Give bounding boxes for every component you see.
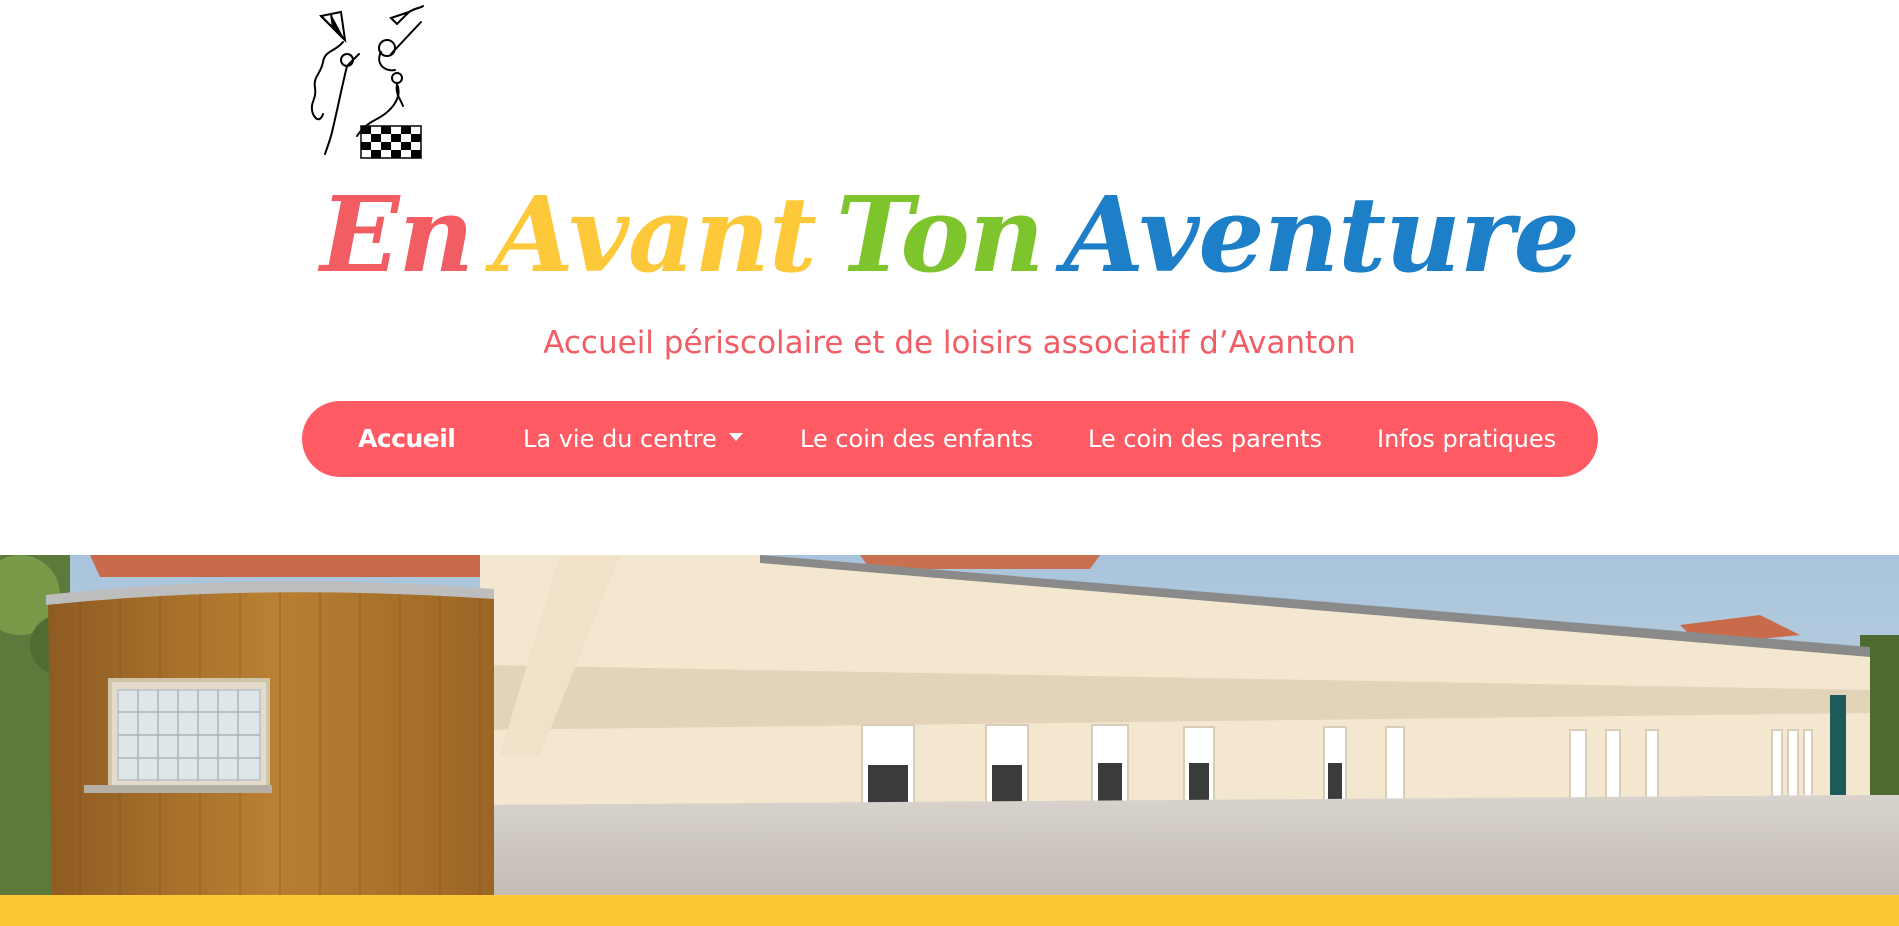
nav-item-coin-des-parents[interactable]: Le coin des parents	[1088, 401, 1322, 477]
school-building-image	[0, 555, 1899, 895]
nav-item-label: Infos pratiques	[1377, 425, 1557, 453]
title-word-aventure: Aventure	[1063, 173, 1579, 296]
site-tagline: Accueil périscolaire et de loisirs assoc…	[543, 325, 1356, 361]
nav-item-coin-des-enfants[interactable]: Le coin des enfants	[800, 401, 1033, 477]
nav-item-label: Accueil	[358, 424, 456, 453]
site-logo[interactable]	[305, 2, 430, 160]
nav-item-accueil[interactable]: Accueil	[358, 401, 456, 477]
title-word-ton: Ton	[836, 173, 1044, 296]
caret-down-icon	[728, 433, 743, 441]
site-title[interactable]: En Avant Ton Aventure	[0, 170, 1899, 300]
nav-item-label: Le coin des enfants	[800, 425, 1034, 453]
main-navbar: Accueil La vie du centre Le coin des enf…	[302, 401, 1598, 477]
nav-item-vie-du-centre-dropdown[interactable]: La vie du centre	[523, 401, 743, 477]
nav-item-label: Le coin des parents	[1088, 425, 1323, 453]
footer-color-band	[0, 895, 1899, 926]
kite-child-logo-icon	[310, 5, 424, 159]
title-word-avant: Avant	[493, 173, 817, 296]
title-word-en: En	[320, 173, 474, 296]
nav-item-infos-pratiques[interactable]: Infos pratiques	[1377, 401, 1556, 477]
nav-item-label: La vie du centre	[523, 425, 717, 453]
hero-banner	[0, 555, 1899, 895]
